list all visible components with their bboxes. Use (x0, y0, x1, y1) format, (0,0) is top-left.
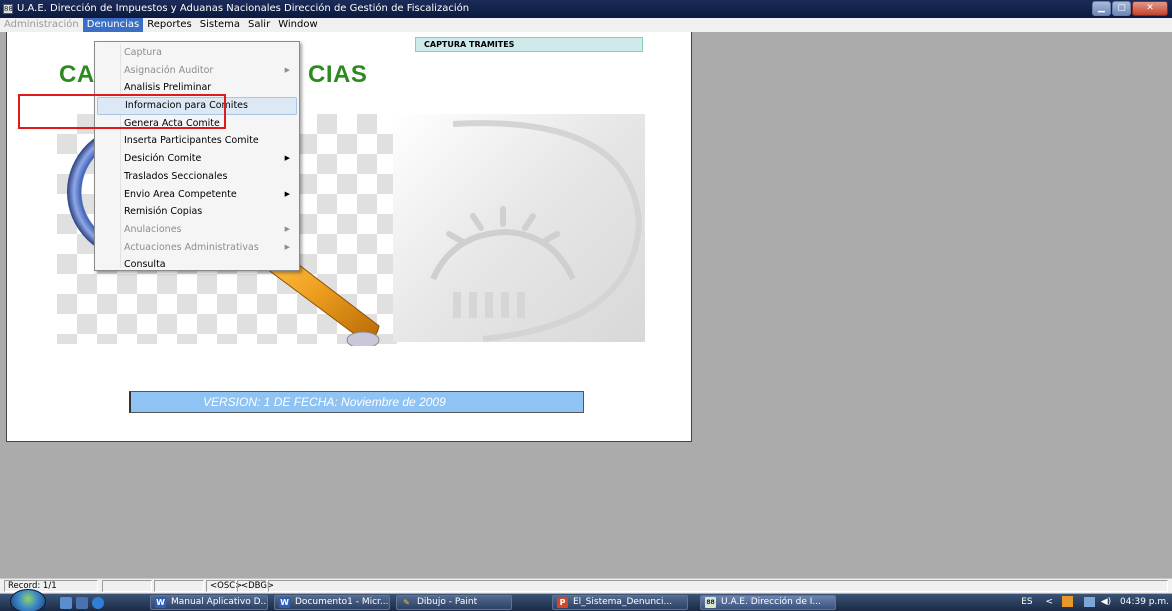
menu-item-asignacion-auditor[interactable]: Asignación Auditor ▶ (95, 62, 299, 80)
system-tray: ES < ◀) 04:39 p.m. (1021, 594, 1172, 611)
submenu-arrow-icon: ▶ (284, 65, 290, 74)
menu-reportes[interactable]: Reportes (143, 18, 196, 32)
menu-window[interactable]: Window (274, 18, 321, 32)
status-cell-message (268, 580, 1168, 592)
minimize-button[interactable]: ▁ (1092, 1, 1111, 16)
denuncias-dropdown: Captura Asignación Auditor ▶ Analisis Pre… (94, 41, 300, 271)
menu-item-label: Desición Comite (124, 153, 202, 165)
menu-administracion[interactable]: Administración (0, 18, 83, 32)
menu-item-label: Anulaciones (124, 223, 182, 235)
taskbar-item-label: Dibujo - Paint (417, 597, 478, 607)
network-icon[interactable] (1083, 596, 1095, 607)
submenu-arrow-icon: ▶ (284, 189, 290, 198)
menu-item-envio-area-competente[interactable]: Envio Area Competente ▶ (95, 186, 299, 204)
maximize-button[interactable]: ▢ (1112, 1, 1131, 16)
form-title-left: CA (59, 61, 95, 88)
menu-item-label: Envio Area Competente (124, 188, 237, 200)
clock[interactable]: 04:39 p.m. (1120, 597, 1169, 607)
menu-item-captura[interactable]: Captura (95, 44, 299, 62)
word-icon: W (155, 597, 166, 608)
dbg-indicator: <DBG> (237, 580, 274, 592)
taskbar-item-uae[interactable]: 88 U.A.E. Dirección de I... (700, 595, 836, 610)
close-button[interactable]: ✕ (1132, 1, 1168, 16)
menu-item-actuaciones-administrativas[interactable]: Actuaciones Administrativas ▶ (95, 239, 299, 257)
dian-logo-watermark (430, 120, 643, 342)
captura-tramites-label: CAPTURA TRAMITES (415, 37, 643, 52)
menu-item-label: Consulta (124, 259, 166, 271)
start-button[interactable] (10, 589, 46, 611)
menu-item-label: Analisis Preliminar (124, 82, 212, 94)
menu-item-desicion-comite[interactable]: Desición Comite ▶ (95, 150, 299, 168)
taskbar-item-label: U.A.E. Dirección de I... (721, 597, 822, 607)
menu-sistema[interactable]: Sistema (196, 18, 244, 32)
internet-explorer-icon[interactable] (92, 597, 104, 609)
powerpoint-icon: P (557, 597, 568, 608)
menu-bar: Administración Denuncias Reportes Sistem… (0, 18, 1172, 32)
submenu-arrow-icon: ▶ (284, 154, 290, 163)
status-cell-empty (102, 580, 152, 592)
show-desktop-icon[interactable] (60, 597, 72, 609)
menu-item-label: Captura (124, 47, 162, 58)
form-title-right: CIAS (308, 61, 368, 88)
menu-item-label: Inserta Participantes Comite (124, 135, 259, 147)
menu-item-label: Asignación Auditor (124, 64, 214, 76)
app-icon: 88 (705, 597, 716, 608)
taskbar-item-label: Manual Aplicativo D... (171, 597, 268, 607)
word-icon: W (279, 597, 290, 608)
taskbar-item-label: El_Sistema_Denunci... (573, 597, 673, 607)
volume-icon[interactable]: ◀) (1101, 597, 1111, 607)
annotation-highlight-box (18, 94, 226, 129)
version-text: VERSION: 1 DE FECHA: Noviembre de 2009 (203, 395, 446, 409)
chevron-left-icon[interactable]: < (1046, 597, 1054, 607)
menu-item-remision-copias[interactable]: Remisión Copias (95, 203, 299, 221)
menu-item-label: Traslados Seccionales (124, 170, 228, 182)
tray-app-icon[interactable] (1061, 596, 1073, 607)
taskbar: W Manual Aplicativo D... W Documento1 - … (0, 589, 1172, 611)
version-bar: VERSION: 1 DE FECHA: Noviembre de 2009 (129, 391, 584, 413)
taskbar-item-paint[interactable]: ✎ Dibujo - Paint (396, 595, 512, 610)
menu-item-traslados-seccionales[interactable]: Traslados Seccionales (95, 168, 299, 186)
taskbar-item-manual[interactable]: W Manual Aplicativo D... (150, 595, 268, 610)
menu-item-anulaciones[interactable]: Anulaciones ▶ (95, 221, 299, 239)
osc-indicator: <OSC> (206, 580, 242, 592)
menu-salir[interactable]: Salir (244, 18, 274, 32)
taskbar-item-el-sistema[interactable]: P El_Sistema_Denunci... (552, 595, 688, 610)
window-title: U.A.E. Dirección de Impuestos y Aduanas … (17, 3, 470, 14)
language-indicator[interactable]: ES (1021, 597, 1032, 607)
menu-denuncias[interactable]: Denuncias (82, 18, 144, 32)
status-cell-empty (154, 580, 204, 592)
menu-item-label: Remisión Copias (124, 206, 203, 218)
window-controls: ▁ ▢ ✕ (1092, 1, 1168, 16)
app-icon: 88 (3, 4, 13, 14)
taskbar-item-label: Documento1 - Micr... (295, 597, 389, 607)
submenu-arrow-icon: ▶ (284, 224, 290, 233)
submenu-arrow-icon: ▶ (284, 242, 290, 251)
title-bar: 88 U.A.E. Dirección de Impuestos y Aduan… (0, 0, 1172, 18)
menu-item-consulta[interactable]: Consulta (95, 256, 299, 274)
taskbar-item-documento1[interactable]: W Documento1 - Micr... (274, 595, 390, 610)
paint-icon: ✎ (403, 598, 410, 607)
menu-item-inserta-participantes[interactable]: Inserta Participantes Comite (95, 132, 299, 150)
menu-item-label: Actuaciones Administrativas (124, 241, 259, 253)
switch-windows-icon[interactable] (76, 597, 88, 609)
status-bar: Record: 1/1 <OSC> <DBG> (0, 578, 1172, 593)
